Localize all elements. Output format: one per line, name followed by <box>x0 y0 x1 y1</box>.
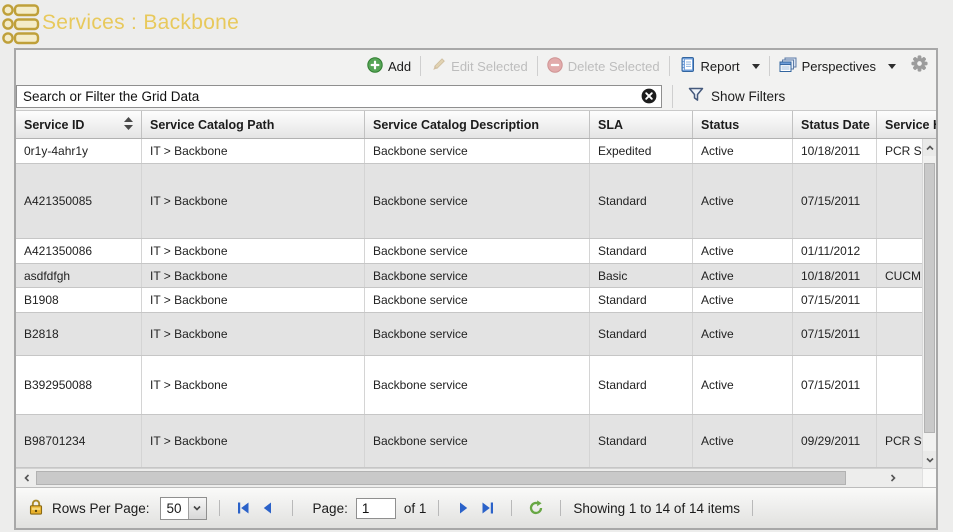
search-separator <box>672 85 673 108</box>
gear-icon <box>911 55 928 77</box>
table-row[interactable]: B392950088 IT > Backbone Backbone servic… <box>16 356 922 415</box>
rows-per-page-select[interactable]: 50 <box>160 497 207 520</box>
table-row[interactable]: asdfdfgh IT > Backbone Backbone service … <box>16 264 922 288</box>
rows-per-page-value: 50 <box>161 501 188 516</box>
pager-separator <box>438 500 439 516</box>
scroll-down-button[interactable] <box>923 451 936 468</box>
services-list-icon <box>2 2 40 51</box>
table-row[interactable]: B98701234 IT > Backbone Backbone service… <box>16 415 922 468</box>
rows-per-page-label: Rows Per Page: <box>52 501 150 516</box>
table-row[interactable]: B2818 IT > Backbone Backbone service Sta… <box>16 313 922 356</box>
column-header-status[interactable]: Status <box>693 111 793 138</box>
grid-body: 0r1y-4ahr1y IT > Backbone Backbone servi… <box>16 139 936 468</box>
grid-header-row: Service ID Service Catalog Path Service … <box>16 111 936 139</box>
grid-rows: 0r1y-4ahr1y IT > Backbone Backbone servi… <box>16 139 922 468</box>
previous-page-button[interactable] <box>256 497 280 519</box>
pager-separator <box>219 500 220 516</box>
scroll-up-button[interactable] <box>923 139 936 156</box>
report-button[interactable]: Report <box>670 54 769 78</box>
showing-items-status: Showing 1 to 14 of 14 items <box>573 501 740 516</box>
add-button[interactable]: Add <box>358 54 420 78</box>
table-row[interactable]: B1908 IT > Backbone Backbone service Sta… <box>16 288 922 313</box>
column-header-service-h[interactable]: Service H <box>877 111 936 138</box>
column-header-sla[interactable]: SLA <box>590 111 693 138</box>
report-dropdown-caret <box>752 64 760 69</box>
grid-panel: Add Edit Selected Delete <box>14 48 938 530</box>
horizontal-scrollbar[interactable] <box>16 468 936 487</box>
scrollbar-corner <box>922 469 936 487</box>
pager-separator <box>560 500 561 516</box>
scroll-left-button[interactable] <box>18 469 35 487</box>
perspectives-layers-icon <box>779 57 797 76</box>
pager-separator <box>511 500 512 516</box>
page-title: Services : Backbone <box>42 11 239 35</box>
pagination-bar: Rows Per Page: 50 Page: of 1 <box>16 487 936 528</box>
settings-button[interactable] <box>911 55 928 77</box>
search-input[interactable] <box>16 85 662 108</box>
select-dropdown-button[interactable] <box>188 498 206 519</box>
next-page-button[interactable] <box>451 497 475 519</box>
lock-icon <box>28 498 44 518</box>
sort-icon[interactable] <box>124 117 133 133</box>
report-notebook-icon <box>679 56 696 76</box>
horizontal-scrollbar-thumb[interactable] <box>36 471 846 485</box>
search-box <box>16 85 662 108</box>
table-row[interactable]: A421350086 IT > Backbone Backbone servic… <box>16 239 922 264</box>
edit-selected-button[interactable]: Edit Selected <box>421 54 537 78</box>
table-row[interactable]: A421350085 IT > Backbone Backbone servic… <box>16 164 922 239</box>
scroll-right-button[interactable] <box>884 469 901 487</box>
column-header-catalog-description[interactable]: Service Catalog Description <box>365 111 590 138</box>
search-row: Show Filters <box>16 82 936 110</box>
first-page-button[interactable] <box>232 497 256 519</box>
vertical-scrollbar[interactable] <box>922 139 936 468</box>
page-of-label: of 1 <box>404 501 427 516</box>
show-filters-button[interactable]: Show Filters <box>688 87 785 105</box>
page-number-input[interactable] <box>356 498 396 519</box>
table-row[interactable]: 0r1y-4ahr1y IT > Backbone Backbone servi… <box>16 139 922 164</box>
add-icon <box>367 57 383 76</box>
vertical-scrollbar-thumb[interactable] <box>924 163 935 433</box>
page-label: Page: <box>313 501 348 516</box>
toolbar: Add Edit Selected Delete <box>16 50 936 82</box>
last-page-button[interactable] <box>475 497 499 519</box>
delete-selected-button[interactable]: Delete Selected <box>538 54 669 78</box>
perspectives-button[interactable]: Perspectives <box>770 54 905 78</box>
clear-search-button[interactable] <box>641 88 657 104</box>
data-grid: Service ID Service Catalog Path Service … <box>16 110 936 468</box>
title-bar: Services : Backbone <box>0 0 953 48</box>
pager-separator <box>292 500 293 516</box>
edit-pencil-icon <box>430 57 446 76</box>
column-header-service-id[interactable]: Service ID <box>16 111 142 138</box>
perspectives-dropdown-caret <box>888 64 896 69</box>
column-header-catalog-path[interactable]: Service Catalog Path <box>142 111 365 138</box>
filter-funnel-icon <box>688 87 704 105</box>
pager-separator <box>752 500 753 516</box>
column-header-status-date[interactable]: Status Date <box>793 111 877 138</box>
refresh-button[interactable] <box>524 497 548 519</box>
delete-icon <box>547 57 563 76</box>
